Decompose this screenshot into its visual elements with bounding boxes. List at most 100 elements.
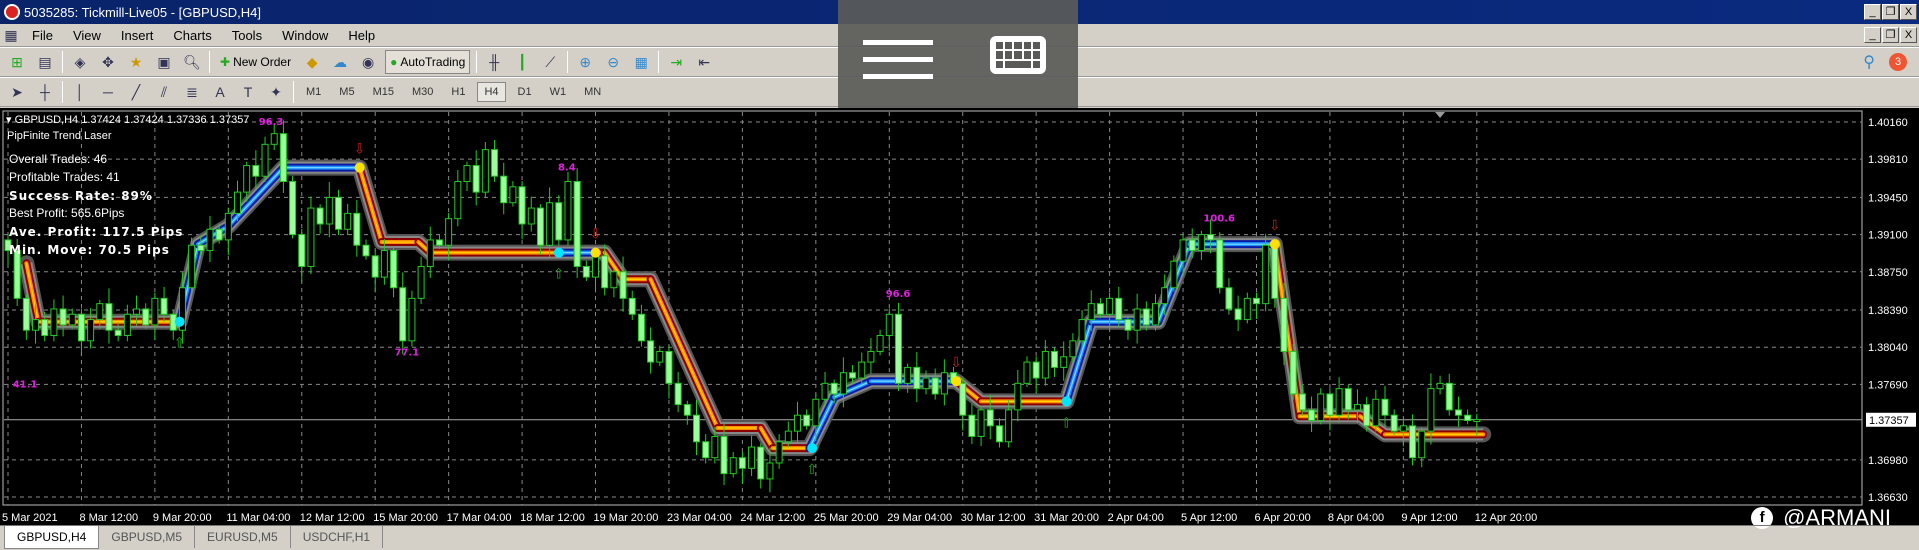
price-chart[interactable]: 1.40160 1.39810 1.39450 1.39100 1.38750 1.383… (0, 108, 1919, 525)
fibonacci-icon[interactable]: ≣ (181, 81, 203, 103)
bear-candle (803, 414, 811, 427)
tab-gbpusd-m5[interactable]: GBPUSD,M5 (99, 526, 196, 548)
menu-charts[interactable]: Charts (163, 28, 221, 43)
bear-candle (252, 165, 260, 177)
chart-shift-icon[interactable]: ⇤ (693, 51, 715, 73)
bear-candle (1225, 287, 1233, 310)
signals-icon[interactable]: ◉ (357, 51, 379, 73)
tile-windows-icon[interactable]: ▦ (630, 51, 652, 73)
bull-candle (463, 165, 471, 182)
sell-arrow-icon: ⇩ (1269, 217, 1281, 233)
text-label-icon[interactable]: T (237, 81, 259, 103)
tab-gbpusd-h4[interactable]: GBPUSD,H4 (4, 526, 100, 549)
bull-candle (270, 133, 278, 145)
bear-candle (849, 372, 857, 379)
shapes-icon[interactable]: ✦ (265, 81, 287, 103)
bull-candle (885, 313, 893, 337)
menu-file[interactable]: File (22, 28, 63, 43)
bear-candle (830, 382, 838, 395)
timeframe-m15[interactable]: M15 (367, 83, 400, 101)
zoom-out-icon[interactable]: ⊖ (602, 51, 624, 73)
timeframe-h4[interactable]: H4 (477, 82, 506, 102)
line-chart-icon[interactable]: ⟋ (539, 51, 561, 73)
keyboard-icon[interactable] (990, 36, 1046, 74)
timeframe-d1[interactable]: D1 (512, 83, 538, 101)
menu-window[interactable]: Window (272, 28, 338, 43)
bull-candle (1473, 418, 1481, 422)
sell-signal-dot (951, 376, 962, 387)
trendline-icon[interactable]: ╱ (125, 81, 147, 103)
new-chart-icon[interactable]: ⊞ (6, 51, 28, 73)
cursor-icon[interactable]: ➤ (6, 81, 28, 103)
metaeditor-icon[interactable]: ◆ (301, 51, 323, 73)
crosshair-icon[interactable]: ┼ (34, 81, 56, 103)
strategy-tester-icon[interactable]: 🔍︎ (181, 51, 203, 73)
x-tick-label: 9 Apr 12:00 (1401, 512, 1457, 524)
equidistant-channel-icon[interactable]: ⫽ (153, 81, 175, 103)
restore-button[interactable]: ❐ (1882, 4, 1899, 20)
bull-candle (1060, 356, 1068, 368)
tab-usdchf-h1[interactable]: USDCHF,H1 (291, 526, 384, 548)
timeframe-m5[interactable]: M5 (333, 83, 360, 101)
vertical-line-icon[interactable]: │ (69, 81, 91, 103)
app-logo-icon (4, 4, 20, 20)
bull-candle (454, 180, 462, 220)
bull-candle (1427, 388, 1435, 432)
bull-candle (1023, 361, 1031, 384)
timeframe-m30[interactable]: M30 (406, 83, 439, 101)
bear-candle (968, 414, 976, 437)
menu-icon[interactable] (863, 40, 933, 91)
bar-chart-icon[interactable]: ╫ (483, 51, 505, 73)
terminal-icon[interactable]: ▣ (153, 51, 175, 73)
data-window-icon[interactable]: ✥ (97, 51, 119, 73)
menu-tools[interactable]: Tools (222, 28, 272, 43)
child-restore-button[interactable]: ❐ (1882, 27, 1899, 43)
menu-insert[interactable]: Insert (111, 28, 164, 43)
menu-view[interactable]: View (63, 28, 111, 43)
menu-help[interactable]: Help (338, 28, 385, 43)
profiles-icon[interactable]: ▤ (34, 51, 56, 73)
zoom-in-icon[interactable]: ⊕ (574, 51, 596, 73)
bull-candle (234, 191, 241, 214)
auto-scroll-icon[interactable]: ⇥ (665, 51, 687, 73)
x-tick-label: 12 Apr 20:00 (1475, 512, 1537, 524)
bear-candle (1326, 393, 1334, 416)
y-tick-label: 1.39450 (1868, 192, 1908, 204)
bull-candle (748, 446, 756, 469)
market-watch-icon[interactable]: ◈ (69, 51, 91, 73)
child-close-button[interactable]: X (1900, 27, 1917, 43)
tab-eurusd-m5[interactable]: EURUSD,M5 (195, 526, 291, 548)
timeframe-m1[interactable]: M1 (300, 83, 327, 101)
stat-success-rate: Success Rate: 89% (9, 189, 153, 203)
bear-candle (77, 313, 85, 342)
search-icon[interactable]: ⚲ (1863, 52, 1875, 72)
timeframe-w1[interactable]: W1 (544, 83, 573, 101)
bull-candle (867, 350, 875, 363)
bear-candle (59, 308, 67, 326)
bear-candle (114, 329, 122, 337)
minimize-button[interactable]: _ (1864, 4, 1881, 20)
notification-badge[interactable]: 3 (1889, 53, 1907, 71)
buy-arrow-icon: ⇧ (553, 266, 565, 282)
bull-candle (1418, 430, 1426, 459)
autotrading-button[interactable]: ● AutoTrading (385, 50, 471, 74)
candlestick-icon[interactable]: ┃ (511, 51, 533, 73)
timeframe-h1[interactable]: H1 (445, 83, 471, 101)
timeframe-mn[interactable]: MN (578, 83, 607, 101)
text-icon[interactable]: A (209, 81, 231, 103)
new-order-button[interactable]: ✚ New Order (216, 50, 295, 74)
navigator-icon[interactable]: ★ (125, 51, 147, 73)
bull-candle (32, 319, 40, 331)
bull-candle (592, 255, 600, 278)
vps-icon[interactable]: ☁ (329, 51, 351, 73)
sell-signal-dot (590, 247, 601, 258)
bear-candle (142, 308, 150, 326)
close-button[interactable]: X (1900, 4, 1917, 20)
profit-label: 77.1 (395, 347, 420, 358)
bear-candle (1234, 308, 1242, 321)
bull-candle (307, 207, 315, 267)
child-minimize-button[interactable]: _ (1864, 27, 1881, 43)
bear-candle (1188, 239, 1196, 252)
bull-candle (261, 143, 269, 177)
horizontal-line-icon[interactable]: ─ (97, 81, 119, 103)
